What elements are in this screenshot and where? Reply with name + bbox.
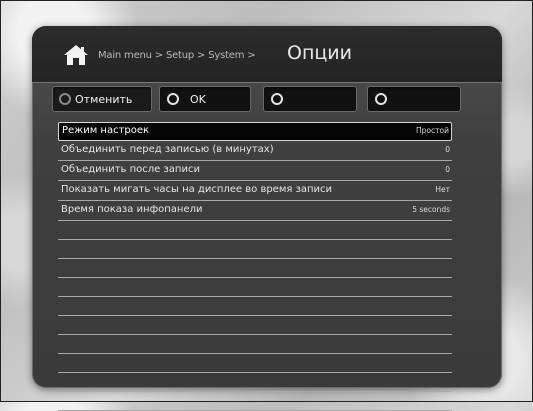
setting-row-blink-clock[interactable]: Показать мигать часы на дисплее во время… xyxy=(58,181,452,201)
yellow-button[interactable] xyxy=(263,86,357,112)
blue-button[interactable] xyxy=(367,86,461,112)
setting-row-post-record[interactable]: Объединить после записи 0 xyxy=(58,161,452,181)
cancel-button-label: Отменить xyxy=(75,93,133,106)
empty-row xyxy=(58,278,452,297)
setting-row-infobar-time[interactable]: Время показа инфопанели 5 seconds xyxy=(58,201,452,221)
setting-row-mode[interactable]: Режим настроек Простой xyxy=(58,122,452,141)
ok-button-label: OK xyxy=(190,93,206,106)
setting-value: 0 xyxy=(445,165,450,174)
empty-row xyxy=(58,297,452,316)
color-button-bar: Отменить OK xyxy=(52,86,482,112)
options-panel: Main menu > Setup > System > Опции Отмен… xyxy=(32,26,502,411)
empty-row xyxy=(58,259,452,278)
red-key-icon xyxy=(59,93,71,105)
setting-name: Показать мигать часы на дисплее во время… xyxy=(61,184,333,195)
setting-value: Нет xyxy=(435,185,450,194)
home-icon[interactable] xyxy=(62,43,90,67)
setting-value: Простой xyxy=(416,126,449,135)
empty-row xyxy=(58,240,452,259)
setting-value: 5 seconds xyxy=(412,205,450,214)
setting-name: Время показа инфопанели xyxy=(61,204,203,215)
setting-name: Объединить после записи xyxy=(61,164,200,175)
ok-button[interactable]: OK xyxy=(159,86,251,112)
page-title: Опции xyxy=(287,42,353,64)
yellow-key-icon xyxy=(271,93,283,105)
setting-row-pre-record[interactable]: Объединить перед записью (в минутах) 0 xyxy=(58,141,452,161)
blue-key-icon xyxy=(375,93,387,105)
empty-row xyxy=(58,335,452,354)
setting-name: Режим настроек xyxy=(62,125,150,136)
setting-value: 0 xyxy=(445,145,450,154)
empty-row xyxy=(58,316,452,335)
breadcrumb: Main menu > Setup > System > xyxy=(98,50,256,61)
setting-name: Объединить перед записью (в минутах) xyxy=(61,144,274,155)
cancel-button[interactable]: Отменить xyxy=(52,86,152,112)
empty-row xyxy=(58,373,452,392)
header-bar: Main menu > Setup > System > Опции xyxy=(32,26,502,83)
empty-row xyxy=(58,354,452,373)
settings-list: Режим настроек Простой Объединить перед … xyxy=(58,122,452,411)
empty-row xyxy=(58,221,452,240)
green-key-icon xyxy=(167,93,179,105)
